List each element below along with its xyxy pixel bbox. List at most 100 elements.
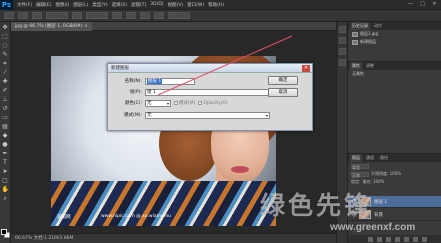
maximize-button[interactable]: □	[418, 1, 427, 8]
eraser-tool-icon[interactable]: ▭	[2, 114, 9, 121]
properties-panel: 属性 调整 无属性	[348, 62, 441, 154]
option-dropdown[interactable]	[46, 12, 68, 19]
add-mask-icon[interactable]	[386, 236, 391, 242]
option-dropdown[interactable]	[168, 12, 190, 19]
option-button[interactable]	[18, 12, 28, 19]
dialog-close-button[interactable]: ✕	[302, 65, 310, 72]
lasso-tool-icon[interactable]: ◌	[2, 42, 9, 49]
layer-kind-filter[interactable]: 类型	[351, 163, 369, 170]
menu-image[interactable]: 图像(I)	[55, 2, 69, 8]
menu-3d[interactable]: 3D(D)	[150, 2, 163, 7]
menu-view[interactable]: 视图(V)	[168, 2, 184, 8]
history-item-label: 新建图层	[360, 39, 376, 44]
document-tab[interactable]: jpg @ 66.7% (图层 1, RGB/8#) ×	[11, 22, 92, 31]
history-panel-button[interactable]	[338, 26, 346, 33]
menu-file[interactable]: 文件(F)	[17, 2, 32, 8]
name-row: 名称(N): 图层 1	[114, 77, 195, 85]
clone-stamp-icon[interactable]: ⊥	[2, 96, 9, 103]
brush-tool-icon[interactable]: ✐	[2, 87, 9, 94]
quick-select-tool-icon[interactable]: ✎	[2, 51, 9, 58]
ok-button[interactable]: 确定	[268, 76, 298, 85]
photo-lips	[231, 166, 249, 173]
close-window-button[interactable]: ✕	[430, 1, 439, 8]
option-button[interactable]	[72, 12, 82, 19]
eyedropper-tool-icon[interactable]: ⁄	[2, 69, 9, 76]
site-watermark-url: www.greenxf.com	[330, 222, 416, 233]
mode-select[interactable]: 无	[145, 111, 270, 119]
tab-properties[interactable]: 属性	[350, 62, 362, 70]
tab-adjustments[interactable]: 调整	[364, 62, 376, 70]
type-tool-icon[interactable]: T	[2, 159, 9, 166]
gradient-tool-icon[interactable]: ▤	[2, 123, 9, 130]
cancel-button[interactable]: 取消	[268, 88, 298, 97]
history-brush-icon[interactable]: ↺	[2, 105, 9, 112]
layer-style-icon[interactable]	[377, 236, 382, 242]
mode-checkbox-label: 模式(M)	[179, 101, 196, 106]
option-button[interactable]	[126, 12, 136, 19]
path-select-icon[interactable]: ➤	[2, 168, 9, 175]
color-select[interactable]: 无	[145, 99, 171, 107]
layer-name-input[interactable]: 图层 1	[145, 77, 195, 85]
tab-history[interactable]: 历史记录	[350, 22, 370, 30]
menu-filter[interactable]: 滤镜(T)	[131, 2, 146, 8]
properties-panel-button[interactable]	[338, 48, 346, 55]
minimize-button[interactable]: —	[406, 1, 415, 8]
group-row: 组(P): 组 1	[114, 88, 270, 96]
opacity-checkbox[interactable]: Opacity(O)	[198, 101, 228, 106]
options-bar	[0, 10, 441, 22]
history-item[interactable]: 图层1.jpg	[348, 30, 441, 38]
option-button[interactable]	[140, 12, 150, 19]
window-controls: — □ ✕	[406, 1, 439, 8]
actions-panel-button[interactable]	[338, 37, 346, 44]
tool-preset-button[interactable]	[4, 12, 14, 19]
color-row: 颜色(C): 无 模式(M) Opacity(O)	[114, 99, 228, 107]
new-layer-icon[interactable]	[413, 236, 418, 242]
option-button[interactable]	[154, 12, 164, 19]
blend-mode-select[interactable]: 正常	[351, 171, 369, 178]
group-label: 组(P):	[129, 90, 142, 95]
photo-watermark-left: 美图网	[57, 215, 71, 220]
menu-bar: Ps 文件(F) 编辑(E) 图像(I) 图层(L) 类型(Y) 选择(S) 滤…	[0, 0, 441, 10]
crop-tool-icon[interactable]: ⌗	[2, 60, 9, 67]
option-dropdown[interactable]	[86, 12, 108, 19]
color-label: 颜色(C):	[124, 101, 142, 106]
menu-select[interactable]: 选择(S)	[112, 2, 127, 8]
history-item[interactable]: 新建图层	[348, 38, 441, 46]
tab-channels[interactable]: 通道	[364, 154, 376, 162]
menu-type[interactable]: 类型(Y)	[92, 2, 107, 8]
tab-layers[interactable]: 图层	[350, 154, 362, 162]
menu-window[interactable]: 窗口(W)	[187, 2, 204, 8]
healing-brush-icon[interactable]: ✚	[2, 78, 9, 85]
photoshop-logo: Ps	[0, 0, 13, 10]
dodge-tool-icon[interactable]: ●	[2, 141, 9, 148]
mode-label: 模式(M):	[124, 113, 142, 118]
adjustment-layer-icon[interactable]	[395, 236, 400, 242]
hand-tool-icon[interactable]: ✋	[2, 186, 9, 193]
pen-tool-icon[interactable]: ✒	[2, 150, 9, 157]
menu-layer[interactable]: 图层(L)	[73, 2, 88, 8]
menu-help[interactable]: 帮助(H)	[208, 2, 224, 8]
history-step-icon	[352, 39, 358, 45]
shape-tool-icon[interactable]: ▢	[2, 177, 9, 184]
opacity-field[interactable]: 不透明度: 100%	[371, 171, 401, 177]
blur-tool-icon[interactable]: ◆	[2, 132, 9, 139]
layer-filter-row: 类型	[348, 162, 441, 170]
link-layers-icon[interactable]	[368, 236, 373, 242]
new-group-icon[interactable]	[404, 236, 409, 242]
adjustments-panel-button[interactable]	[338, 59, 346, 66]
trash-icon[interactable]	[422, 236, 427, 242]
move-tool-icon[interactable]: ✥	[2, 24, 9, 31]
group-input[interactable]: 组 1	[145, 88, 270, 96]
foreground-color-swatch[interactable]	[1, 229, 7, 235]
checkbox-icon	[174, 101, 178, 105]
tab-paths[interactable]: 路径	[378, 154, 390, 162]
tab-actions[interactable]: 动作	[372, 22, 384, 30]
new-layer-dialog: 新建图层 ✕ 名称(N): 图层 1 组(P): 组 1 颜色(C): 无 模式…	[107, 63, 313, 131]
fill-field[interactable]: 填充: 100%	[362, 179, 384, 185]
zoom-tool-icon[interactable]: ⌕	[2, 195, 9, 202]
menu-edit[interactable]: 编辑(E)	[36, 2, 51, 8]
marquee-tool-icon[interactable]: ⬚	[2, 33, 9, 40]
mode-checkbox[interactable]: 模式(M)	[174, 100, 195, 106]
option-button[interactable]	[112, 12, 122, 19]
option-button[interactable]	[32, 12, 42, 19]
